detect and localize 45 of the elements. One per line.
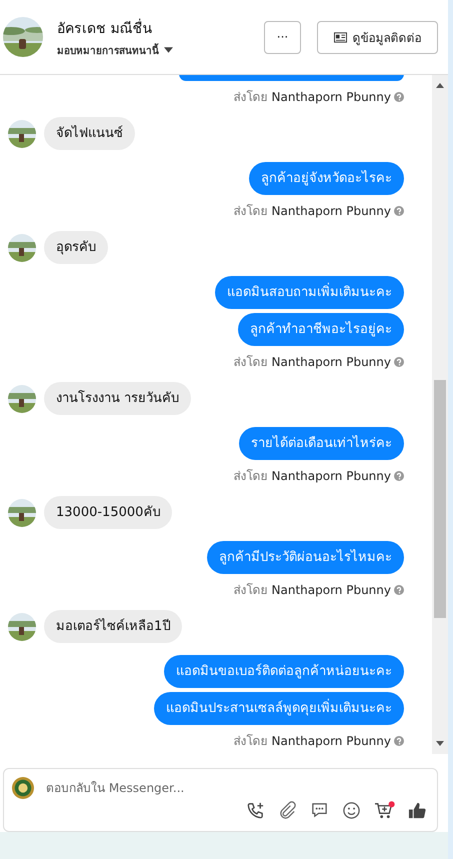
help-icon[interactable] [394, 470, 404, 480]
sent-by-text: ส่งโดย Nanthaporn Pbunny [234, 203, 391, 220]
message-bubble: จัดไฟแนนซ์ [44, 117, 135, 150]
message-bubble: แอดมินขอเบอร์ติดต่อลูกค้าหน่อยนะคะ [164, 655, 404, 688]
paperclip-icon[interactable] [278, 801, 297, 820]
sent-by-text: ส่งโดย Nanthaporn Pbunny [234, 582, 391, 599]
message-bubble: แอดมินสอบถามเพิ่มเติมนะคะ [215, 276, 404, 309]
page-logo-icon [12, 777, 34, 799]
assign-dropdown[interactable]: มอบหมายการสนทนานี้ [57, 42, 264, 58]
scroll-up-icon[interactable] [436, 83, 444, 88]
contact-avatar [8, 384, 36, 412]
sent-by-text: ส่งโดย Nanthaporn Pbunny [234, 468, 391, 485]
scrollbar[interactable] [432, 75, 448, 754]
chat-bubble-icon[interactable] [310, 801, 329, 820]
thumbs-up-icon[interactable] [408, 801, 427, 820]
help-icon[interactable] [394, 356, 404, 366]
message-bubble: ลูกค้าทำอาชีพอะไรอยู่คะ [238, 313, 404, 346]
sent-by-text: ส่งโดย Nanthaporn Pbunny [234, 733, 391, 750]
cart-icon[interactable] [374, 801, 395, 820]
contact-card-icon [334, 32, 346, 42]
contact-avatar [8, 612, 36, 640]
message-bubble: รายได้ต่อเดือนเท่าไหร่คะ [239, 427, 404, 460]
message-bubble: มอเตอร์ไซค์เหลือ1ปี [44, 610, 182, 643]
message-bubble: แอดมินประสานเซลล์พูดคุยเพิ่มเติมนะคะ [154, 692, 404, 725]
contact-avatar [8, 234, 36, 262]
sent-by-text: ส่งโดย Nanthaporn Pbunny [234, 354, 391, 371]
message-bubble: อุดรคับ [44, 231, 108, 264]
message-bubble: ลูกค้ามีประวัติผ่อนอะไรไหมคะ [207, 541, 404, 574]
help-icon[interactable] [394, 736, 404, 746]
more-button[interactable]: ··· [264, 20, 301, 54]
help-icon[interactable] [394, 584, 404, 594]
contact-name: อัครเดช มณีชื่น [57, 18, 154, 38]
message-bubble: งานโรงงาน ารยวันคับ [44, 382, 192, 415]
message-bubble: ลูกค้าอยู่จังหวัดอะไรคะ [249, 162, 404, 195]
contact-info-button[interactable]: ดูข้อมูลติดต่อ [317, 20, 438, 54]
contact-avatar [8, 120, 36, 148]
phone-add-icon[interactable] [246, 801, 265, 820]
help-icon[interactable] [394, 206, 404, 216]
emoji-icon[interactable] [342, 801, 361, 820]
help-icon[interactable] [394, 92, 404, 102]
sent-by-text: ส่งโดย Nanthaporn Pbunny [234, 89, 391, 106]
scroll-down-icon[interactable] [436, 741, 444, 746]
contact-avatar [8, 498, 36, 526]
message-bubble: 13000-15000คับ [44, 496, 172, 529]
caret-icon [164, 47, 173, 53]
